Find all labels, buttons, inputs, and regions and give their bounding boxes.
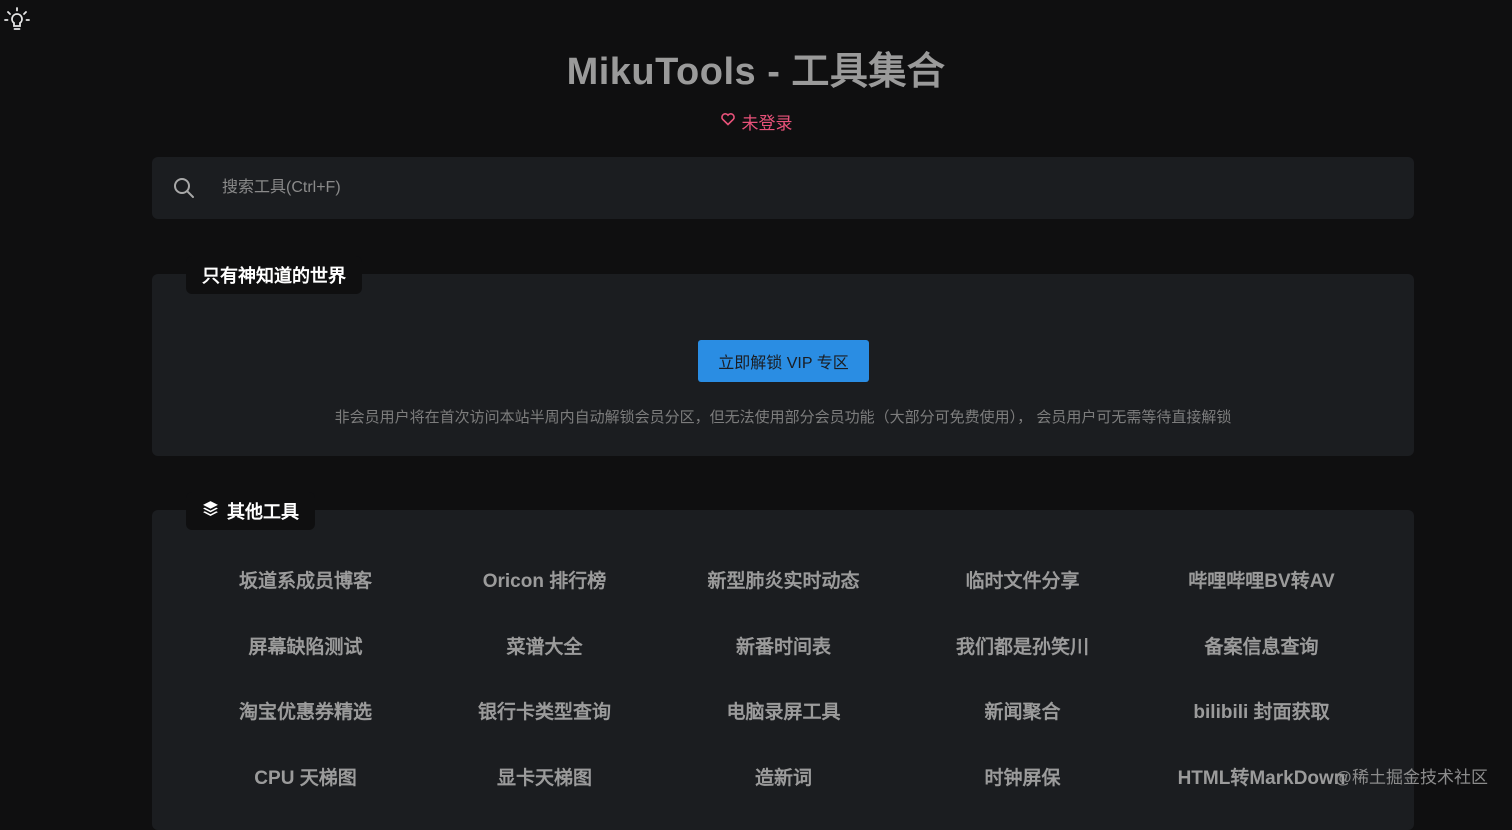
tool-link[interactable]: 备案信息查询: [1142, 614, 1381, 680]
tool-link[interactable]: 显卡天梯图: [425, 745, 664, 811]
tool-link[interactable]: 造新词: [664, 745, 903, 811]
page-header: MikuTools - 工具集合 未登录: [0, 40, 1512, 134]
vip-section-title: 只有神知道的世界: [202, 266, 346, 286]
tool-link[interactable]: Oricon 排行榜: [425, 548, 664, 614]
tool-link[interactable]: 哔哩哔哩BV转AV: [1142, 548, 1381, 614]
vip-section: 只有神知道的世界 立即解锁 VIP 专区 非会员用户将在首次访问本站半周内自动解…: [152, 256, 1414, 456]
tools-section-title: 其他工具: [227, 502, 299, 522]
tool-link[interactable]: 新番时间表: [664, 614, 903, 680]
tool-link[interactable]: 电脑录屏工具: [664, 679, 903, 745]
tool-link[interactable]: 淘宝优惠券精选: [186, 679, 425, 745]
vip-note: 非会员用户将在首次访问本站半周内自动解锁会员分区，但无法使用部分会员功能（大部分…: [334, 409, 1232, 426]
page-title: MikuTools - 工具集合: [566, 51, 946, 93]
tool-link[interactable]: bilibili 封面获取: [1142, 679, 1381, 745]
tools-grid: 坂道系成员博客 Oricon 排行榜 新型肺炎实时动态 临时文件分享 哔哩哔哩B…: [186, 548, 1381, 810]
heart-icon: [720, 111, 736, 132]
vip-section-label: 只有神知道的世界: [186, 256, 362, 294]
tool-link[interactable]: 坂道系成员博客: [186, 548, 425, 614]
lightbulb-icon[interactable]: [3, 6, 31, 34]
tools-section: 其他工具 坂道系成员博客 Oricon 排行榜 新型肺炎实时动态 临时文件分享 …: [152, 492, 1414, 830]
tool-link[interactable]: 新闻聚合: [903, 679, 1142, 745]
tool-link[interactable]: 银行卡类型查询: [425, 679, 664, 745]
search-icon: [172, 176, 196, 200]
tool-link[interactable]: 临时文件分享: [903, 548, 1142, 614]
tool-link[interactable]: 时钟屏保: [903, 745, 1142, 811]
search-bar: [152, 157, 1414, 219]
login-label: 未登录: [741, 114, 793, 133]
tool-link[interactable]: 菜谱大全: [425, 614, 664, 680]
login-link[interactable]: 未登录: [720, 109, 793, 134]
tool-link[interactable]: CPU 天梯图: [186, 745, 425, 811]
tool-link[interactable]: 屏幕缺陷测试: [186, 614, 425, 680]
tool-link[interactable]: 新型肺炎实时动态: [664, 548, 903, 614]
tools-section-label: 其他工具: [186, 492, 315, 530]
watermark: @稀土掘金技术社区: [1334, 768, 1488, 787]
unlock-vip-button[interactable]: 立即解锁 VIP 专区: [698, 340, 869, 382]
tool-link[interactable]: 我们都是孙笑川: [903, 614, 1142, 680]
search-input[interactable]: [220, 167, 1414, 209]
layers-icon: [202, 500, 219, 522]
